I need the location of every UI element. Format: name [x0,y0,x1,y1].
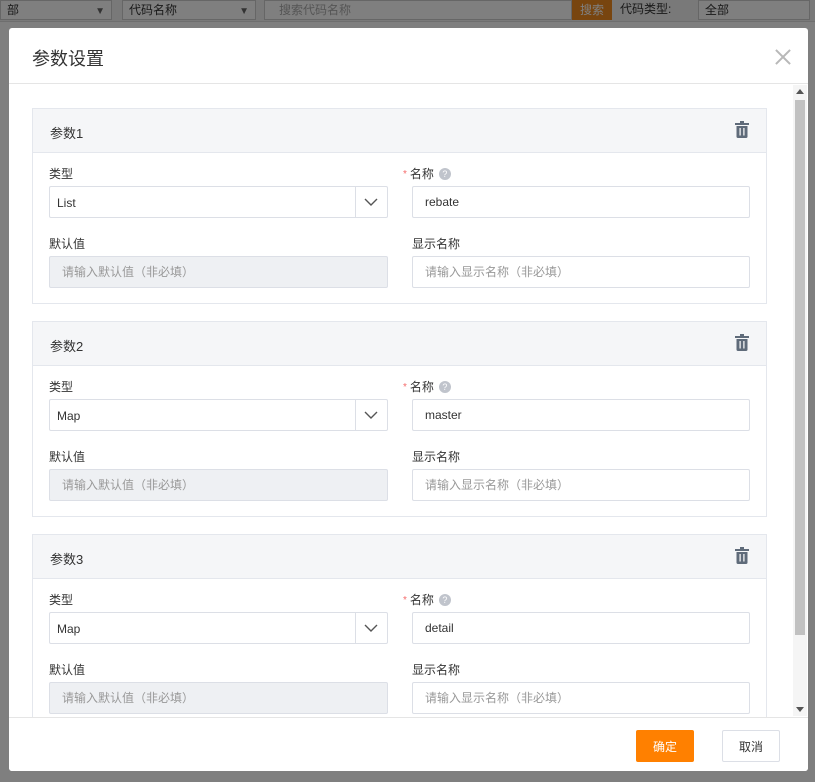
select-divider [355,187,356,217]
param-card-header: 参数2 [33,322,766,366]
type-label: 类型 [49,593,74,607]
param-card-header: 参数1 [33,109,766,153]
cancel-button[interactable]: 取消 [722,730,780,762]
select-divider [355,613,356,643]
name-input[interactable] [412,186,750,218]
default-value-input [49,469,388,501]
name-label-group: * 名称? [403,165,451,182]
param-card-2: 参数2 类型 * 名称? Map master 默认值 显示名称 请输入默认值（… [32,321,767,517]
param-title: 参数3 [50,552,84,567]
name-input[interactable] [412,612,750,644]
required-mark: * [403,169,407,180]
type-select[interactable]: List [49,186,388,218]
dialog-header: 参数设置 [9,28,808,84]
name-label: 名称 [409,380,434,394]
param-card-header: 参数3 [33,535,766,579]
name-input[interactable] [412,399,750,431]
chevron-down-icon [364,624,378,632]
type-label: 类型 [49,380,74,394]
param-title: 参数2 [50,339,84,354]
default-value-input [49,682,388,714]
default-value-label: 默认值 [49,450,86,464]
param-card-1: 参数1 类型 * 名称? List rebate 默认值 显示名称 请输入默认值… [32,108,767,304]
chevron-down-icon [364,198,378,206]
type-label: 类型 [49,167,74,181]
default-value-label: 默认值 [49,663,86,677]
param-card-body: 类型 *名称? Map 默认值 显示名称 [33,579,766,717]
name-label-group: * 名称? [403,591,451,608]
display-name-input[interactable] [412,682,750,714]
param-card-body: 类型 *名称? List 默认值 显示名称 [33,153,766,303]
name-label-group: * 名称? [403,378,451,395]
param-card-3: 参数3 类型 * 名称? Map detail 默认值 显示名称 请输入默认值（… [32,534,767,717]
type-select-value: List [57,196,76,210]
scroll-up-arrow-icon[interactable] [793,85,807,99]
required-mark: * [403,595,407,606]
display-name-label: 显示名称 [412,237,461,251]
type-select[interactable]: Map [49,612,388,644]
display-name-input[interactable] [412,469,750,501]
display-name-label: 显示名称 [412,450,461,464]
type-select[interactable]: Map [49,399,388,431]
chevron-down-icon [364,411,378,419]
help-icon[interactable]: ? [438,594,451,606]
confirm-button[interactable]: 确定 [636,730,694,762]
param-settings-dialog: 参数设置 参数1 类型 * 名称 ? List rebate 默认值 显示名称 … [9,28,808,771]
select-divider [355,400,356,430]
display-name-label: 显示名称 [412,663,461,677]
name-label: 名称 [409,593,434,607]
type-select-value: Map [57,622,81,636]
type-select-value: Map [57,409,81,423]
help-icon[interactable]: ? [438,381,451,393]
trash-icon[interactable] [735,547,749,564]
scrollbar-thumb[interactable] [795,100,805,635]
dialog-body: 参数1 类型 * 名称? List rebate 默认值 显示名称 请输入默认值… [9,85,808,717]
default-value-input [49,256,388,288]
dialog-title: 参数设置 [32,49,104,69]
name-label: 名称 [409,167,434,181]
close-icon[interactable] [774,48,792,66]
vertical-scrollbar[interactable] [793,85,807,716]
help-icon[interactable]: ? [438,168,451,180]
param-title: 参数1 [50,126,84,141]
trash-icon[interactable] [735,121,749,138]
scroll-down-arrow-icon[interactable] [793,702,807,716]
required-mark: * [403,382,407,393]
display-name-input[interactable] [412,256,750,288]
trash-icon[interactable] [735,334,749,351]
default-value-label: 默认值 [49,237,86,251]
param-card-body: 类型 *名称? Map 默认值 显示名称 [33,366,766,516]
dialog-footer: 确定 取消 [9,717,808,771]
param-list: 参数1 类型 * 名称? List rebate 默认值 显示名称 请输入默认值… [32,108,768,717]
